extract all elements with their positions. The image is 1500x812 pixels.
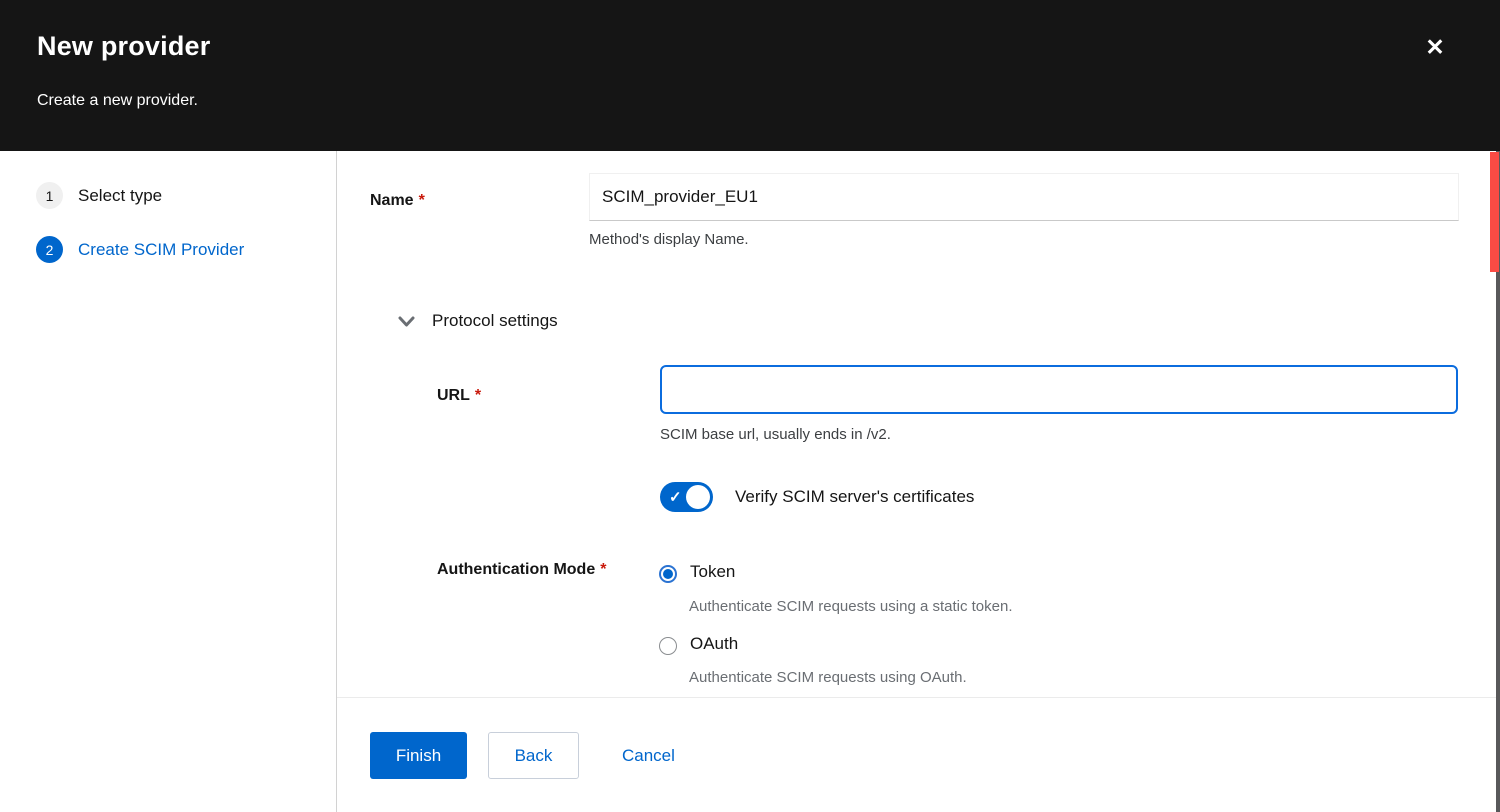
url-input[interactable] [660, 365, 1458, 414]
modal-body: 1 Select type 2 Create SCIM Provider Nam… [0, 151, 1500, 812]
wizard-step-select-type[interactable]: 1 Select type [36, 182, 162, 209]
chevron-down-icon [398, 314, 415, 329]
protocol-settings-title: Protocol settings [432, 311, 558, 331]
radio-oauth-label[interactable]: OAuth [690, 634, 738, 654]
radio-token[interactable] [659, 565, 677, 583]
modal-subtitle: Create a new provider. [37, 92, 198, 110]
required-asterisk: * [419, 192, 425, 209]
radio-token-description: Authenticate SCIM requests using a stati… [689, 598, 1013, 615]
wizard-step-create-scim-provider[interactable]: 2 Create SCIM Provider [36, 236, 244, 263]
name-field-label: Name * [370, 192, 425, 210]
name-input[interactable] [589, 173, 1459, 221]
name-helper-text: Method's display Name. [589, 231, 749, 248]
wizard-steps-sidebar: 1 Select type 2 Create SCIM Provider [0, 151, 337, 812]
url-helper-text: SCIM base url, usually ends in /v2. [660, 426, 891, 443]
step-number-badge: 1 [36, 182, 63, 209]
required-asterisk: * [600, 561, 606, 578]
url-label-text: URL [437, 387, 470, 404]
protocol-settings-section-toggle[interactable]: Protocol settings [398, 311, 558, 331]
scrollbar-thumb[interactable] [1490, 152, 1499, 272]
modal-header: New provider Create a new provider. ✕ [0, 0, 1500, 151]
verify-certificates-label: Verify SCIM server's certificates [735, 487, 974, 507]
step-label: Select type [78, 186, 162, 206]
finish-button[interactable]: Finish [370, 732, 467, 779]
radio-oauth-description: Authenticate SCIM requests using OAuth. [689, 669, 967, 686]
auth-mode-field-label: Authentication Mode * [437, 561, 606, 579]
close-icon[interactable]: ✕ [1418, 30, 1452, 64]
new-provider-modal: New provider Create a new provider. ✕ 1 … [0, 0, 1500, 812]
verify-certificates-toggle[interactable]: ✓ [660, 482, 713, 512]
toggle-knob [686, 485, 710, 509]
wizard-form-content: Name * Method's display Name. Protocol se… [337, 151, 1500, 812]
auth-mode-label-text: Authentication Mode [437, 561, 595, 578]
radio-token-label[interactable]: Token [690, 562, 735, 582]
cancel-button[interactable]: Cancel [622, 732, 675, 779]
modal-title: New provider [37, 31, 210, 62]
name-label-text: Name [370, 192, 414, 209]
back-button[interactable]: Back [488, 732, 579, 779]
url-field-label: URL * [437, 387, 481, 405]
check-icon: ✓ [669, 488, 682, 506]
radio-oauth[interactable] [659, 637, 677, 655]
step-label: Create SCIM Provider [78, 240, 244, 260]
step-number-badge: 2 [36, 236, 63, 263]
footer-divider [337, 697, 1500, 698]
required-asterisk: * [475, 387, 481, 404]
